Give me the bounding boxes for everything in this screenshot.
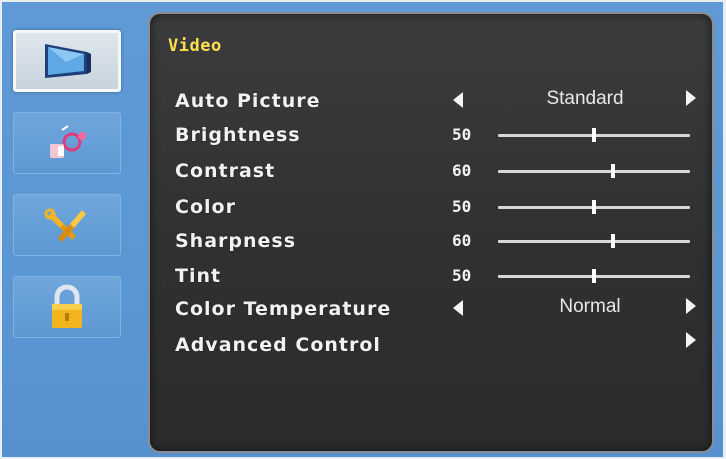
contrast-label: Contrast — [175, 160, 276, 182]
auto-picture-right-arrow-icon[interactable] — [686, 90, 696, 106]
sharpness-label: Sharpness — [175, 230, 297, 252]
monitor-icon — [39, 40, 95, 82]
brightness-slider[interactable] — [498, 128, 690, 142]
brightness-label: Brightness — [175, 124, 301, 146]
panel-title: Video — [168, 36, 222, 56]
auto-picture-left-arrow-icon[interactable] — [453, 92, 463, 108]
advanced-control-row[interactable]: Advanced Control — [150, 330, 716, 360]
contrast-slider[interactable] — [498, 164, 690, 178]
brightness-value: 50 — [452, 125, 472, 144]
tint-slider[interactable] — [498, 269, 690, 283]
contrast-slider-thumb[interactable] — [611, 164, 616, 178]
tint-slider-thumb[interactable] — [592, 269, 596, 283]
sidebar-item-lock[interactable] — [13, 276, 121, 338]
advanced-control-label: Advanced Control — [175, 334, 381, 356]
tint-row[interactable]: Tint 50 — [150, 261, 716, 291]
tint-label: Tint — [175, 265, 222, 287]
color-value: 50 — [452, 197, 472, 216]
color-slider[interactable] — [498, 200, 690, 214]
advanced-control-right-arrow-icon[interactable] — [686, 332, 696, 348]
brightness-slider-thumb[interactable] — [592, 128, 596, 142]
sharpness-row[interactable]: Sharpness 60 — [150, 226, 716, 256]
auto-picture-value: Standard — [546, 88, 624, 109]
brightness-row[interactable]: Brightness 50 — [150, 120, 716, 150]
color-label: Color — [175, 196, 236, 218]
sharpness-value: 60 — [452, 231, 472, 250]
sharpness-slider-thumb[interactable] — [611, 234, 616, 248]
auto-picture-row[interactable]: Auto Picture Standard — [150, 86, 716, 116]
sidebar-item-setup[interactable] — [13, 194, 121, 256]
tint-value: 50 — [452, 266, 472, 285]
lock-icon — [47, 283, 87, 331]
color-row[interactable]: Color 50 — [150, 192, 716, 222]
color-temperature-label: Color Temperature — [175, 298, 392, 320]
sharpness-slider[interactable] — [498, 234, 690, 248]
sidebar-item-video[interactable] — [13, 30, 121, 92]
contrast-row[interactable]: Contrast 60 — [150, 156, 716, 186]
video-menu-panel: Video Auto Picture Standard Brightness 5… — [148, 12, 714, 453]
sidebar-item-audio[interactable] — [13, 112, 121, 174]
color-temperature-left-arrow-icon[interactable] — [453, 300, 463, 316]
auto-picture-label: Auto Picture — [175, 90, 321, 112]
audio-icon — [42, 122, 92, 164]
color-temperature-right-arrow-icon[interactable] — [686, 298, 696, 314]
tools-icon — [42, 204, 92, 246]
color-slider-thumb[interactable] — [592, 200, 596, 214]
color-temperature-value: Normal — [559, 296, 621, 317]
color-temperature-row[interactable]: Color Temperature Normal — [150, 294, 716, 324]
contrast-value: 60 — [452, 161, 472, 180]
